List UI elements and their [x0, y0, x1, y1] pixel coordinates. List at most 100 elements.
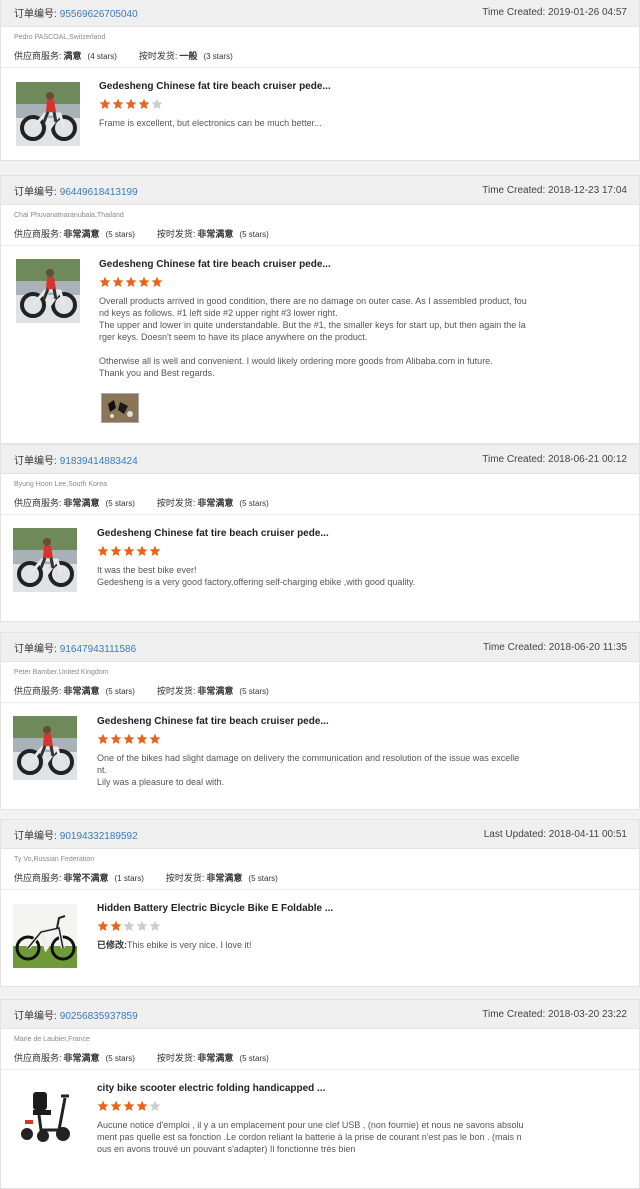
order-id-link[interactable]: 90256835937859: [60, 1011, 138, 1022]
supplier-rating: 供应商服务: 满意 (4 stars): [14, 49, 117, 67]
buyer-name: Ty Vo,Russian Federation: [14, 856, 95, 863]
review-line: [99, 343, 629, 355]
delivery-value: 非常满意: [197, 686, 234, 696]
supplier-label: 供应商服务:: [14, 686, 62, 696]
delivery-value: 非常满意: [206, 873, 243, 883]
supplier-label: 供应商服务:: [14, 498, 62, 508]
product-thumbnail[interactable]: [13, 716, 77, 780]
time-label: Time Created:: [483, 641, 546, 653]
star-empty-icon: [123, 920, 135, 932]
product-thumbnail[interactable]: [13, 528, 77, 592]
product-thumbnail[interactable]: [13, 1084, 77, 1148]
star-filled-icon: [151, 276, 163, 288]
delivery-value: 非常满意: [197, 229, 234, 239]
delivery-stars: (5 stars): [248, 874, 278, 883]
product-title-link[interactable]: Gedesheng Chinese fat tire beach cruiser…: [97, 716, 629, 727]
order-header: 订单编号: 91839414883424 Time Created: 2018-06…: [1, 445, 639, 474]
buyer-name: Marie de Laubier,France: [14, 1036, 90, 1043]
delivery-rating: 按时发货: 非常满意 (5 stars): [157, 684, 269, 702]
time-label: Time Created:: [482, 6, 546, 18]
order-number: 订单编号: 95569626705040: [14, 5, 138, 20]
order-time: Last Updated: 2018-04-11 00:51: [484, 829, 627, 840]
delivery-label: 按时发货:: [156, 498, 196, 508]
product-title-link[interactable]: Gedesheng Chinese fat tire beach cruiser…: [99, 259, 629, 270]
review-line: nd keys as follows. #1 left side #2 uppe…: [99, 308, 338, 318]
order-id-link[interactable]: 91647943111586: [60, 644, 136, 655]
review-text: Frame is excellent, but electronics can …: [99, 117, 629, 129]
star-filled-icon: [97, 920, 109, 932]
order-id-link[interactable]: 90194332189592: [60, 831, 138, 842]
supplier-rating: 供应商服务: 非常满意 (5 stars): [14, 684, 135, 702]
order-number: 订单编号: 91647943111586: [14, 640, 136, 655]
review-body: Gedesheng Chinese fat tire beach cruiser…: [1, 68, 639, 160]
star-rating: [97, 1100, 629, 1112]
order-number-label: 订单编号:: [14, 830, 57, 842]
delivery-value: 一般: [179, 51, 198, 61]
review-line: Thank you and Best regards.: [99, 368, 215, 378]
order-card: 订单编号: 95569626705040 Time Created: 2019-01…: [0, 0, 640, 161]
star-filled-icon: [149, 733, 161, 745]
review-body: Gedesheng Chinese fat tire beach cruiser…: [1, 703, 639, 807]
supplier-rating: 供应商服务: 非常满意 (5 stars): [14, 496, 135, 514]
review-body: Gedesheng Chinese fat tire beach cruiser…: [1, 246, 639, 440]
supplier-value: 满意: [63, 51, 82, 61]
review-line: Lily was a pleasure to deal with.: [97, 777, 225, 787]
time-value: 2019-01-26 04:57: [548, 6, 627, 18]
order-number: 订单编号: 90194332189592: [14, 827, 138, 842]
star-rating: [97, 920, 629, 932]
review-line: Overall products arrived in good conditi…: [99, 296, 527, 306]
product-thumbnail[interactable]: [13, 904, 77, 968]
product-thumbnail[interactable]: [16, 259, 80, 323]
product-title-link[interactable]: Hidden Battery Electric Bicycle Bike E F…: [97, 903, 629, 914]
review-line: 已修改:This ebike is very nice. I love it!: [97, 939, 629, 951]
order-number-label: 订单编号:: [14, 455, 57, 467]
supplier-label: 供应商服务:: [14, 51, 62, 61]
star-filled-icon: [136, 1100, 148, 1112]
review-line: ous en avons trouvé un pouvant s'adapter…: [97, 1144, 356, 1154]
supplier-value: 非常满意: [63, 1053, 100, 1063]
time-label: Time Created:: [482, 453, 546, 465]
star-empty-icon: [149, 920, 161, 932]
delivery-stars: (5 stars): [239, 499, 269, 508]
review-content: Gedesheng Chinese fat tire beach cruiser…: [97, 528, 629, 588]
attachment-photo-icon[interactable]: [101, 393, 139, 423]
product-title-link[interactable]: Gedesheng Chinese fat tire beach cruiser…: [97, 528, 629, 539]
star-filled-icon: [110, 1100, 122, 1112]
supplier-rating: 供应商服务: 非常不满意 (1 stars): [14, 871, 144, 889]
order-number-label: 订单编号:: [14, 8, 57, 20]
review-content: Gedesheng Chinese fat tire beach cruiser…: [97, 716, 629, 788]
service-ratings: 供应商服务: 非常满意 (5 stars) 按时发货: 非常满意 (5 stars): [1, 493, 639, 514]
delivery-rating: 按时发货: 非常满意 (5 stars): [166, 871, 278, 889]
service-ratings: 供应商服务: 非常满意 (5 stars) 按时发货: 非常满意 (5 stars): [1, 681, 639, 702]
star-rating: [99, 98, 629, 110]
order-id-link[interactable]: 95569626705040: [60, 9, 138, 20]
order-header: 订单编号: 91647943111586 Time Created: 2018-06…: [1, 633, 639, 662]
delivery-rating: 按时发货: 非常满意 (5 stars): [157, 496, 269, 514]
product-thumbnail[interactable]: [16, 82, 80, 146]
product-title-link[interactable]: Gedesheng Chinese fat tire beach cruiser…: [99, 81, 629, 92]
order-id-link[interactable]: 91839414883424: [60, 456, 138, 467]
order-number-label: 订单编号:: [14, 1010, 57, 1022]
star-filled-icon: [136, 733, 148, 745]
order-card: 订单编号: 90256835937859 Time Created: 2018-03…: [0, 999, 640, 1189]
star-filled-icon: [149, 545, 161, 557]
review-content: Gedesheng Chinese fat tire beach cruiser…: [99, 81, 629, 129]
review-content: city bike scooter electric folding handi…: [97, 1083, 629, 1155]
order-time: Time Created: 2018-12-23 17:04: [482, 185, 627, 196]
order-id-link[interactable]: 96449618413199: [60, 187, 138, 198]
review-body: Hidden Battery Electric Bicycle Bike E F…: [1, 890, 639, 982]
product-title-link[interactable]: city bike scooter electric folding handi…: [97, 1083, 629, 1094]
supplier-stars: (5 stars): [105, 1054, 135, 1063]
delivery-stars: (5 stars): [239, 230, 269, 239]
supplier-rating: 供应商服务: 非常满意 (5 stars): [14, 1051, 135, 1069]
star-filled-icon: [97, 545, 109, 557]
review-line-text: This ebike is very nice. I love it!: [127, 940, 252, 950]
star-empty-icon: [136, 920, 148, 932]
time-value: 2018-06-21 00:12: [548, 453, 627, 465]
delivery-label: 按时发货:: [138, 51, 178, 61]
order-time: Time Created: 2019-01-26 04:57: [482, 7, 627, 18]
supplier-rating: 供应商服务: 非常满意 (5 stars): [14, 227, 135, 245]
delivery-rating: 按时发货: 非常满意 (5 stars): [157, 1051, 269, 1069]
order-number: 订单编号: 90256835937859: [14, 1007, 138, 1022]
time-value: 2018-12-23 17:04: [548, 184, 627, 196]
